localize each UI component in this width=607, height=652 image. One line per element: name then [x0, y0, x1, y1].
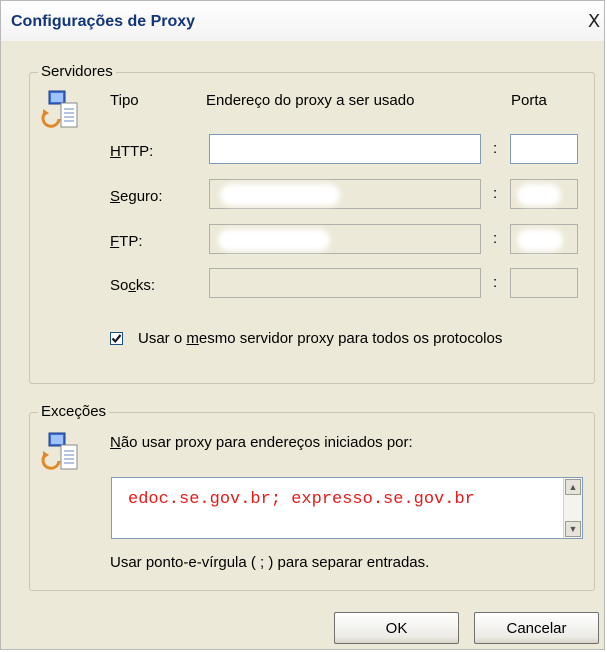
- ftp-address-input[interactable]: [209, 224, 481, 254]
- same-proxy-label[interactable]: Usar o mesmo servidor proxy para todos o…: [138, 330, 502, 347]
- ftp-label: FTP:: [110, 233, 143, 250]
- window-title: Configurações de Proxy: [11, 13, 196, 30]
- col-header-address: Endereço do proxy a ser usado: [206, 92, 415, 109]
- secure-label: Seguro:: [110, 188, 163, 205]
- title-bar[interactable]: Configurações de Proxy X: [1, 1, 604, 41]
- exceptions-value: edoc.se.gov.br; expresso.se.gov.br: [128, 490, 475, 509]
- ftp-port-input[interactable]: [510, 224, 578, 254]
- col-header-type: Tipo: [110, 92, 139, 109]
- ok-button[interactable]: OK: [334, 612, 459, 644]
- http-address-input[interactable]: [209, 134, 481, 164]
- secure-colon: :: [493, 185, 498, 202]
- same-proxy-checkbox[interactable]: [110, 332, 123, 345]
- proxy-settings-dialog: Configurações de Proxy X Servidores Tipo…: [0, 0, 605, 650]
- http-colon: :: [493, 140, 498, 157]
- exceptions-scrollbar[interactable]: ▲ ▼: [563, 478, 582, 538]
- cancel-button[interactable]: Cancelar: [474, 612, 599, 644]
- socks-address-input[interactable]: [209, 268, 481, 298]
- socks-label: Socks:: [110, 277, 156, 294]
- socks-colon: :: [493, 274, 498, 291]
- secure-address-input[interactable]: [209, 179, 481, 209]
- exceptions-settings-icon: [41, 431, 81, 471]
- exceptions-hint: Usar ponto-e-vírgula ( ; ) para separar …: [110, 554, 430, 571]
- ftp-port-redaction: [517, 229, 563, 251]
- exceptions-group-label: Exceções: [38, 403, 110, 420]
- http-label: HTTP:: [110, 143, 154, 160]
- socks-port-input[interactable]: [510, 268, 578, 298]
- scroll-up-button[interactable]: ▲: [565, 479, 581, 495]
- secure-address-redaction: [220, 184, 340, 206]
- ftp-address-redaction: [218, 229, 330, 251]
- servers-group-label: Servidores: [38, 63, 116, 80]
- secure-port-redaction: [517, 184, 561, 206]
- exceptions-instruction: Não usar proxy para endereços iniciados …: [110, 434, 413, 451]
- close-button[interactable]: X: [586, 13, 602, 31]
- network-settings-icon: [41, 89, 81, 129]
- ftp-colon: :: [493, 230, 498, 247]
- http-port-input[interactable]: [510, 134, 578, 164]
- secure-port-input[interactable]: [510, 179, 578, 209]
- checkmark-icon: [111, 334, 122, 344]
- exceptions-textarea[interactable]: edoc.se.gov.br; expresso.se.gov.br ▲ ▼: [111, 477, 583, 539]
- scroll-down-button[interactable]: ▼: [565, 521, 581, 537]
- col-header-port: Porta: [511, 92, 547, 109]
